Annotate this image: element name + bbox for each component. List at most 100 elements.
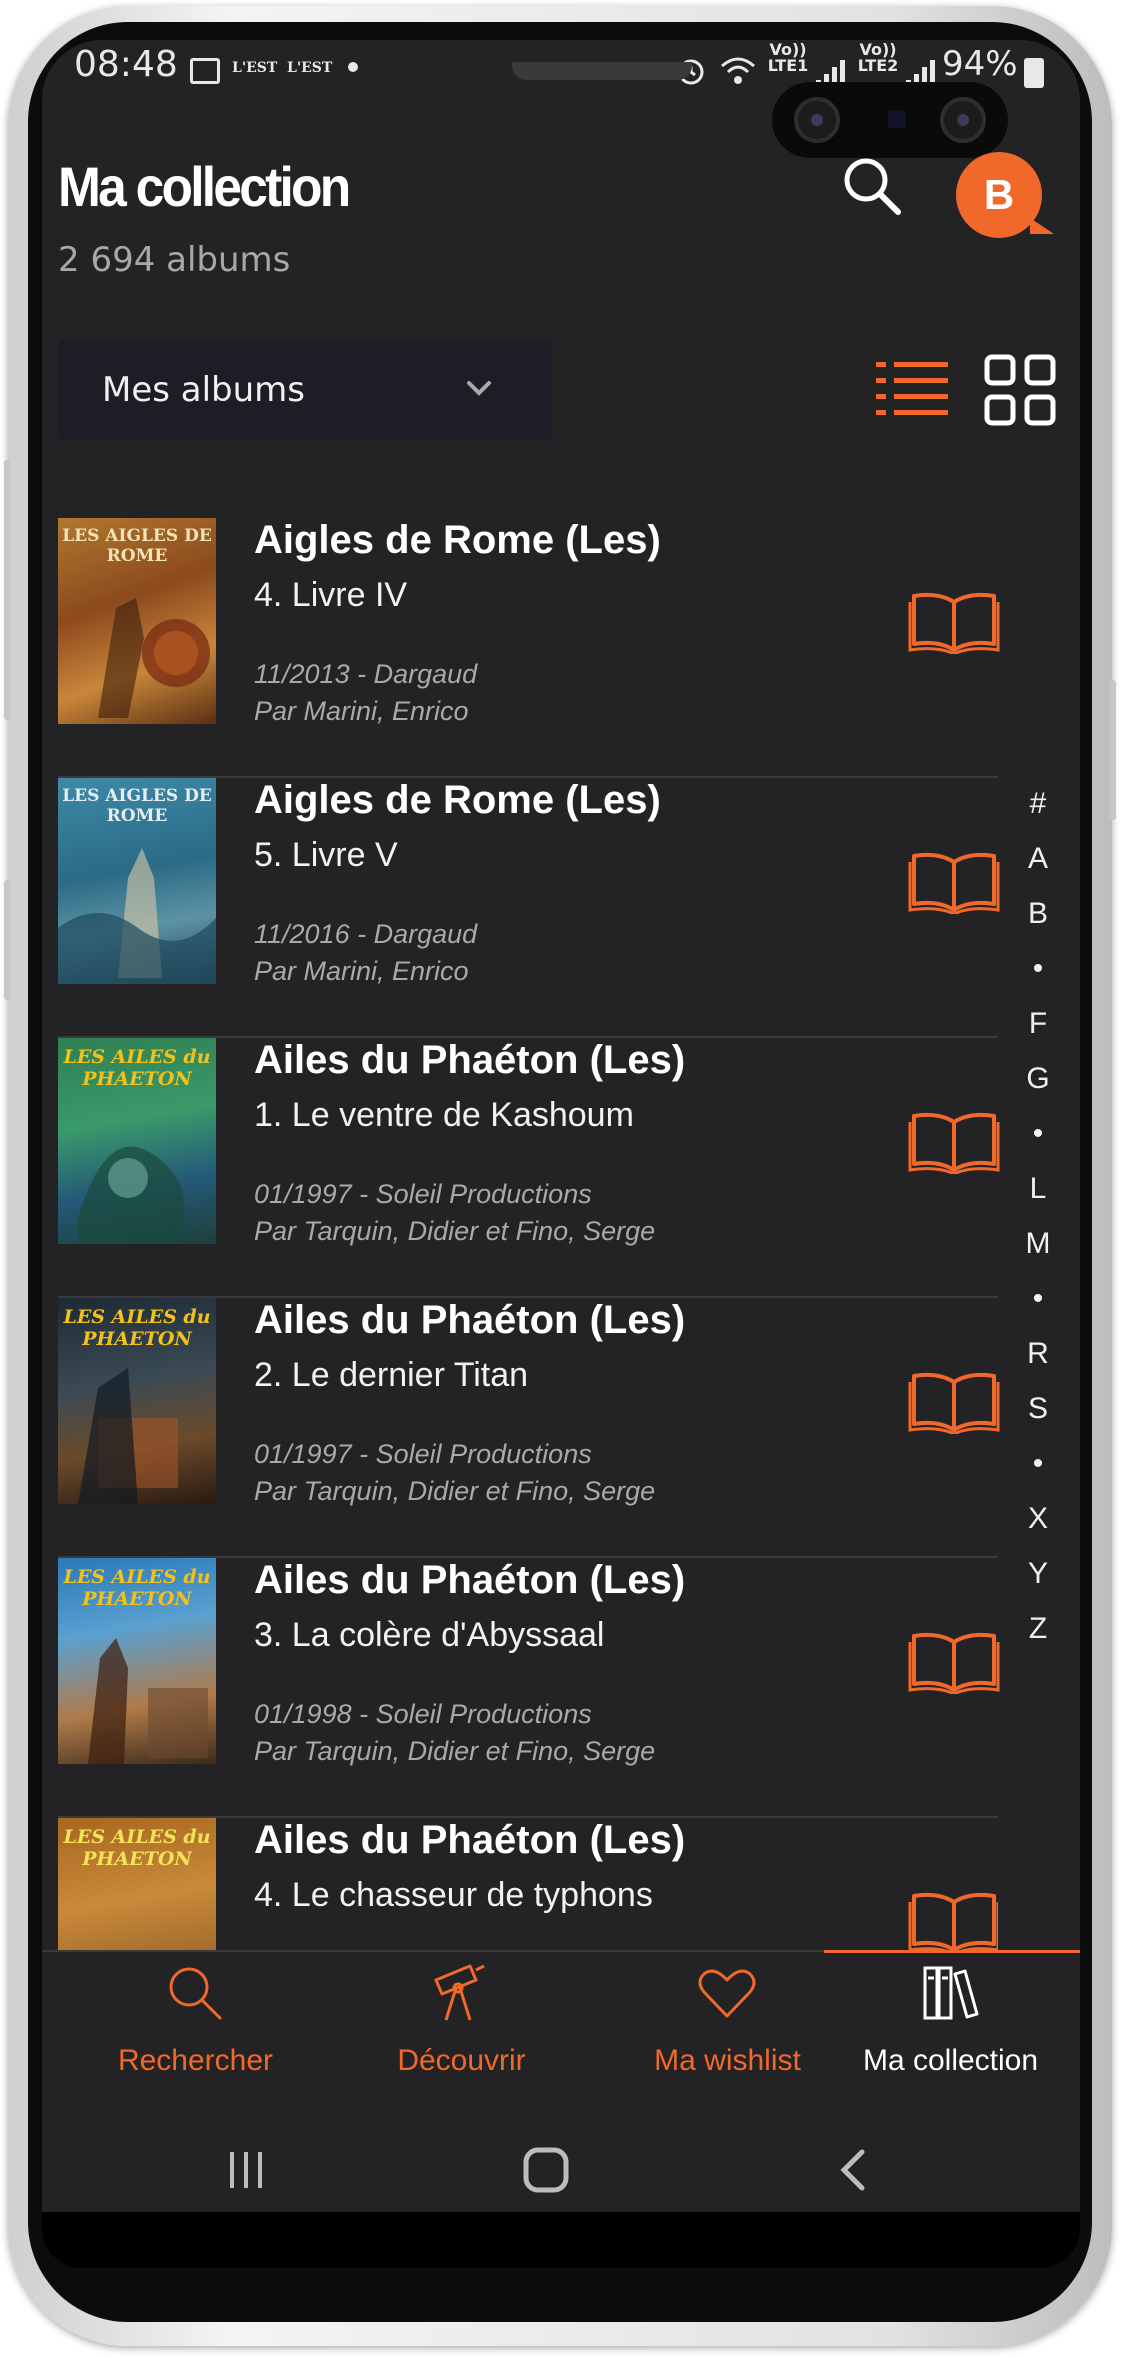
bottom-navigation: Rechercher Découvrir Ma wishlist Ma coll… — [42, 1950, 1080, 2122]
index-letter[interactable]: F — [1008, 996, 1068, 1051]
notification-dot-icon — [348, 62, 358, 72]
index-letter[interactable]: S — [1008, 1381, 1068, 1436]
album-title: 3. La colère d'Abyssaal — [254, 1616, 605, 1654]
index-letter[interactable]: X — [1008, 1491, 1068, 1546]
index-letter[interactable]: L — [1008, 1161, 1068, 1216]
avatar[interactable]: B — [956, 152, 1054, 238]
nav-wishlist[interactable]: Ma wishlist — [598, 1952, 857, 2112]
series-title: Ailes du Phaéton (Les) — [254, 1818, 686, 1862]
album-title: 5. Livre V — [254, 836, 398, 874]
authors: Par Tarquin, Didier et Fino, Serge — [254, 1736, 656, 1766]
camera-lens — [794, 97, 840, 143]
cover-art — [78, 1368, 178, 1504]
album-title: 4. Le chasseur de typhons — [254, 1876, 653, 1914]
nav-label: Rechercher — [117, 2044, 274, 2077]
album-row[interactable]: LES AILES du PHAETON Ailes du Phaéton (L… — [58, 1038, 1000, 1298]
nav-ma-collection[interactable]: Ma collection — [821, 1952, 1080, 2112]
album-cover: LES AILES du PHAETON — [58, 1038, 216, 1244]
album-title: 2. Le dernier Titan — [254, 1356, 529, 1394]
album-count: 2 694 albums — [58, 240, 291, 280]
recent-apps-icon[interactable] — [226, 2150, 266, 2190]
index-separator[interactable]: • — [1008, 1106, 1068, 1161]
status-time: 08:48 — [74, 44, 178, 85]
index-letter[interactable]: M — [1008, 1216, 1068, 1271]
index-separator[interactable]: • — [1008, 1271, 1068, 1326]
gallery-icon — [190, 58, 220, 84]
index-letter[interactable]: A — [1008, 831, 1068, 886]
album-meta: 01/1998 - Soleil Productions Par Tarquin… — [254, 1696, 655, 1770]
nav-decouvrir[interactable]: Découvrir — [332, 1952, 591, 2112]
heart-icon — [698, 1969, 756, 2018]
album-row[interactable]: LES AIGLES DE ROME Aigles de Rome (Les) … — [58, 778, 1000, 1038]
album-meta: 11/2016 - Dargaud Par Marini, Enrico — [254, 916, 477, 990]
album-meta: 11/2013 - Dargaud Par Marini, Enrico — [254, 656, 477, 730]
index-letter[interactable]: Y — [1008, 1546, 1068, 1601]
date-publisher: 11/2013 - Dargaud — [254, 659, 478, 689]
index-letter[interactable]: R — [1008, 1326, 1068, 1381]
nav-rechercher[interactable]: Rechercher — [66, 1952, 325, 2112]
book-icon[interactable] — [908, 1628, 1000, 1694]
date-publisher: 11/2016 - Dargaud — [254, 919, 478, 949]
book-icon[interactable] — [908, 588, 1000, 654]
earpiece — [512, 62, 692, 80]
index-separator[interactable]: • — [1008, 941, 1068, 996]
nav-label: Ma wishlist — [654, 2044, 801, 2077]
cover-art — [58, 848, 216, 984]
grid-view-icon[interactable] — [984, 354, 1056, 426]
album-cover: LES AILES du PHAETON — [58, 1298, 216, 1504]
cover-art — [88, 1638, 208, 1764]
camera-lens — [940, 97, 986, 143]
album-row[interactable]: LES AILES du PHAETON Ailes du Phaéton (L… — [58, 1558, 1000, 1818]
index-letter[interactable]: # — [1008, 776, 1068, 831]
list-view-icon[interactable] — [876, 358, 948, 420]
alphabet-index[interactable]: # A B • F G • L M • R S • X Y Z — [1008, 776, 1068, 1656]
chevron-down-icon — [467, 381, 491, 396]
authors: Par Tarquin, Didier et Fino, Serge — [254, 1476, 656, 1506]
index-letter[interactable]: B — [1008, 886, 1068, 941]
avatar-letter: B — [983, 171, 1015, 218]
search-icon — [169, 1967, 222, 2020]
album-row[interactable]: LES AILES du PHAETON Ailes du Phaéton (L… — [58, 1818, 998, 1950]
book-icon[interactable] — [908, 1368, 1000, 1434]
series-title: Ailes du Phaéton (Les) — [254, 1298, 686, 1342]
authors: Par Marini, Enrico — [254, 696, 469, 726]
battery-level: 94% — [942, 44, 1018, 84]
date-publisher: 01/1998 - Soleil Productions — [254, 1699, 592, 1729]
index-letter[interactable]: Z — [1008, 1601, 1068, 1656]
album-cover: LES AIGLES DE ROME — [58, 518, 216, 724]
back-icon[interactable] — [836, 2148, 872, 2192]
index-letter[interactable]: G — [1008, 1051, 1068, 1106]
collection-filter-dropdown[interactable]: Mes albums — [58, 340, 552, 440]
carrier-label: L'EST — [287, 60, 333, 76]
cover-art — [98, 598, 210, 718]
series-title: Ailes du Phaéton (Les) — [254, 1038, 686, 1082]
album-row[interactable]: LES AILES du PHAETON Ailes du Phaéton (L… — [58, 1298, 1000, 1558]
app-screen: 08:48 L'EST L'EST Vo)) LTE1 Vo)) LTE2 94… — [42, 40, 1080, 2212]
album-row[interactable]: LES AIGLES DE ROME Aigles de Rome (Les) … — [58, 518, 1000, 778]
book-icon[interactable] — [908, 1888, 998, 1950]
series-title: Aigles de Rome (Les) — [254, 518, 661, 562]
volume-button — [4, 460, 10, 720]
telescope-icon — [434, 1964, 485, 2021]
book-icon[interactable] — [908, 1108, 1000, 1174]
sim2-indicator: Vo)) LTE2 — [857, 40, 899, 75]
album-cover: LES AIGLES DE ROME — [58, 778, 216, 984]
authors: Par Tarquin, Didier et Fino, Serge — [254, 1216, 656, 1246]
front-camera — [772, 82, 1008, 158]
nav-label: Ma collection — [862, 2044, 1039, 2077]
bixby-button — [4, 880, 10, 1000]
page-title: Ma collection — [58, 155, 351, 218]
search-icon[interactable] — [838, 152, 906, 220]
screen-bottom-bezel — [42, 2212, 1080, 2268]
wifi-icon — [721, 57, 755, 84]
cover-art — [78, 1146, 185, 1244]
book-icon[interactable] — [908, 848, 1000, 914]
date-publisher: 01/1997 - Soleil Productions — [254, 1179, 592, 1209]
series-title: Ailes du Phaéton (Les) — [254, 1558, 686, 1602]
nav-label: Découvrir — [397, 2044, 526, 2077]
home-icon[interactable] — [522, 2146, 570, 2194]
index-separator[interactable]: • — [1008, 1436, 1068, 1491]
cover-title: LES AILES du PHAETON — [63, 1826, 211, 1870]
filter-selected: Mes albums — [102, 370, 306, 410]
avatar-tail — [1030, 218, 1054, 234]
